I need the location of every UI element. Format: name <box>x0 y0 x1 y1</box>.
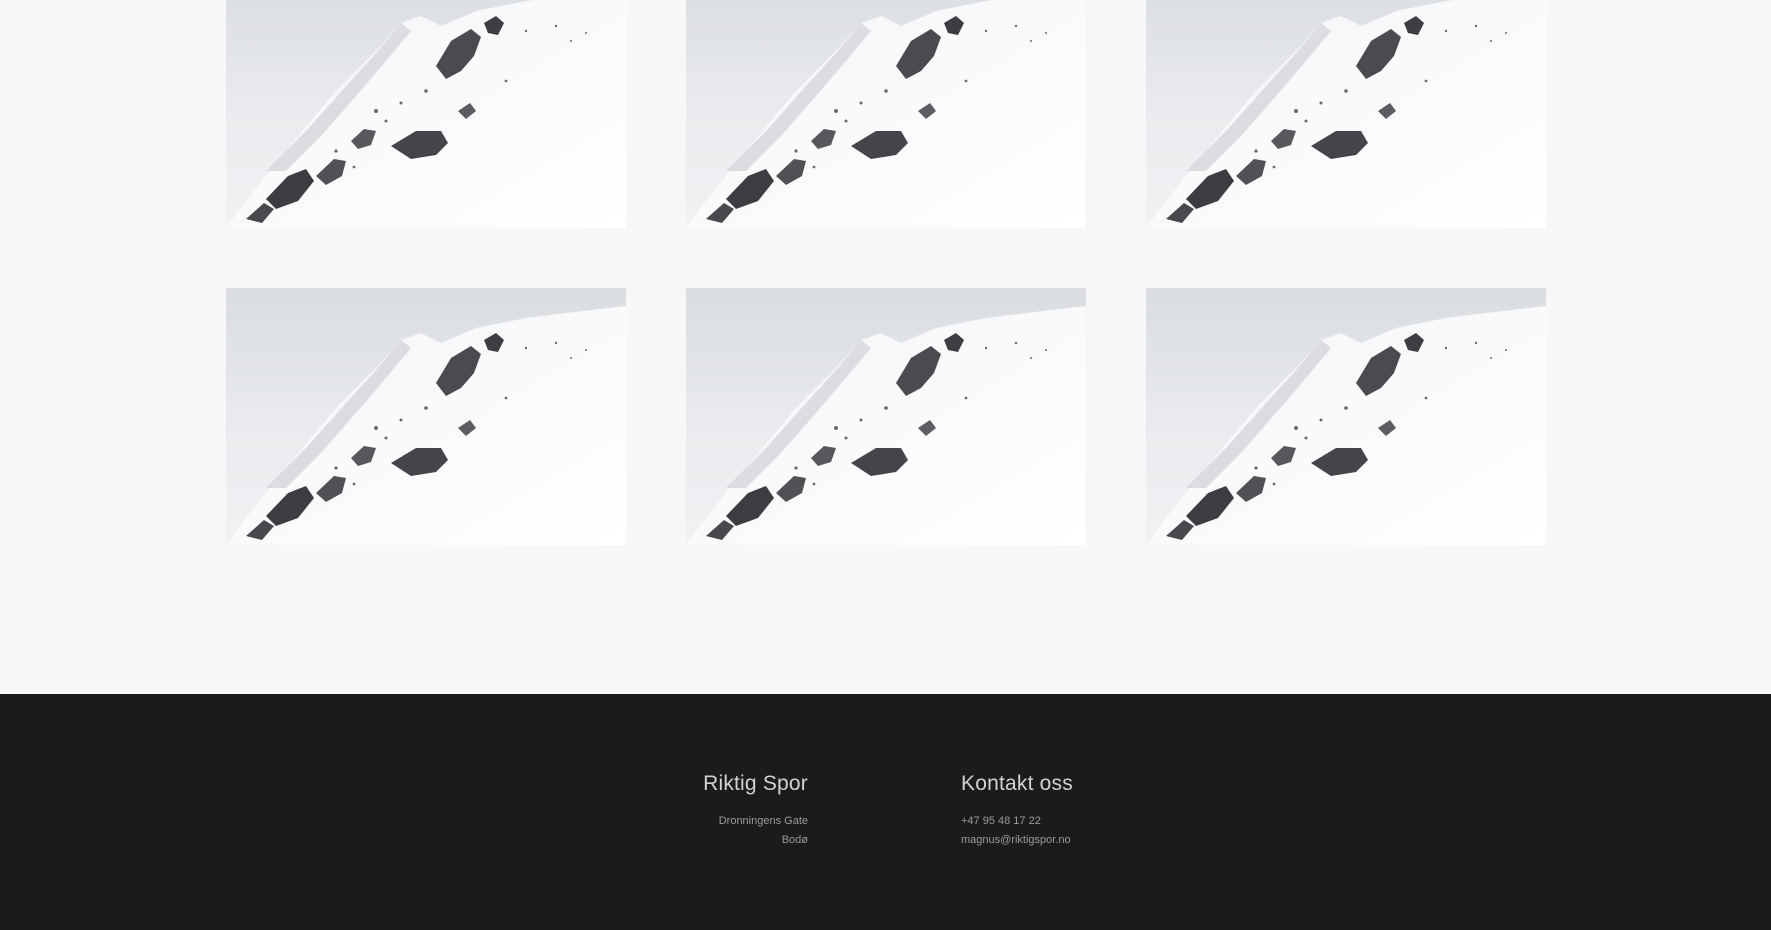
gallery-image[interactable] <box>226 0 626 228</box>
footer-address-city: Bodø <box>781 834 808 846</box>
site-footer: Riktig Spor Dronningens Gate Bodø Kontak… <box>0 694 1771 930</box>
snowy-mountain-image <box>1146 0 1546 228</box>
snowy-mountain-image <box>226 288 626 545</box>
footer-company-info: Riktig Spor Dronningens Gate Bodø <box>703 772 808 850</box>
snowy-mountain-image <box>686 0 1086 228</box>
gallery-image[interactable] <box>686 288 1086 545</box>
footer-contact-info: Kontakt oss +47 95 48 17 22 magnus@rikti… <box>961 772 1073 850</box>
gallery-image[interactable] <box>1146 0 1546 228</box>
footer-company-name: Riktig Spor <box>703 772 808 795</box>
footer-email-link[interactable]: magnus@riktigspor.no <box>961 834 1071 846</box>
gallery-image[interactable] <box>1146 288 1546 545</box>
footer-contact-heading: Kontakt oss <box>961 772 1073 795</box>
footer-address-street: Dronningens Gate <box>718 815 808 827</box>
footer-email-wrapper: magnus@riktigspor.no <box>961 831 1073 850</box>
gallery-image[interactable] <box>226 288 626 545</box>
snowy-mountain-image <box>1146 288 1546 545</box>
snowy-mountain-image <box>686 288 1086 545</box>
footer-phone-wrapper: +47 95 48 17 22 <box>961 812 1073 831</box>
footer-phone-link[interactable]: +47 95 48 17 22 <box>961 815 1041 827</box>
gallery-image[interactable] <box>686 0 1086 228</box>
snowy-mountain-image <box>226 0 626 228</box>
image-gallery <box>0 0 1771 694</box>
